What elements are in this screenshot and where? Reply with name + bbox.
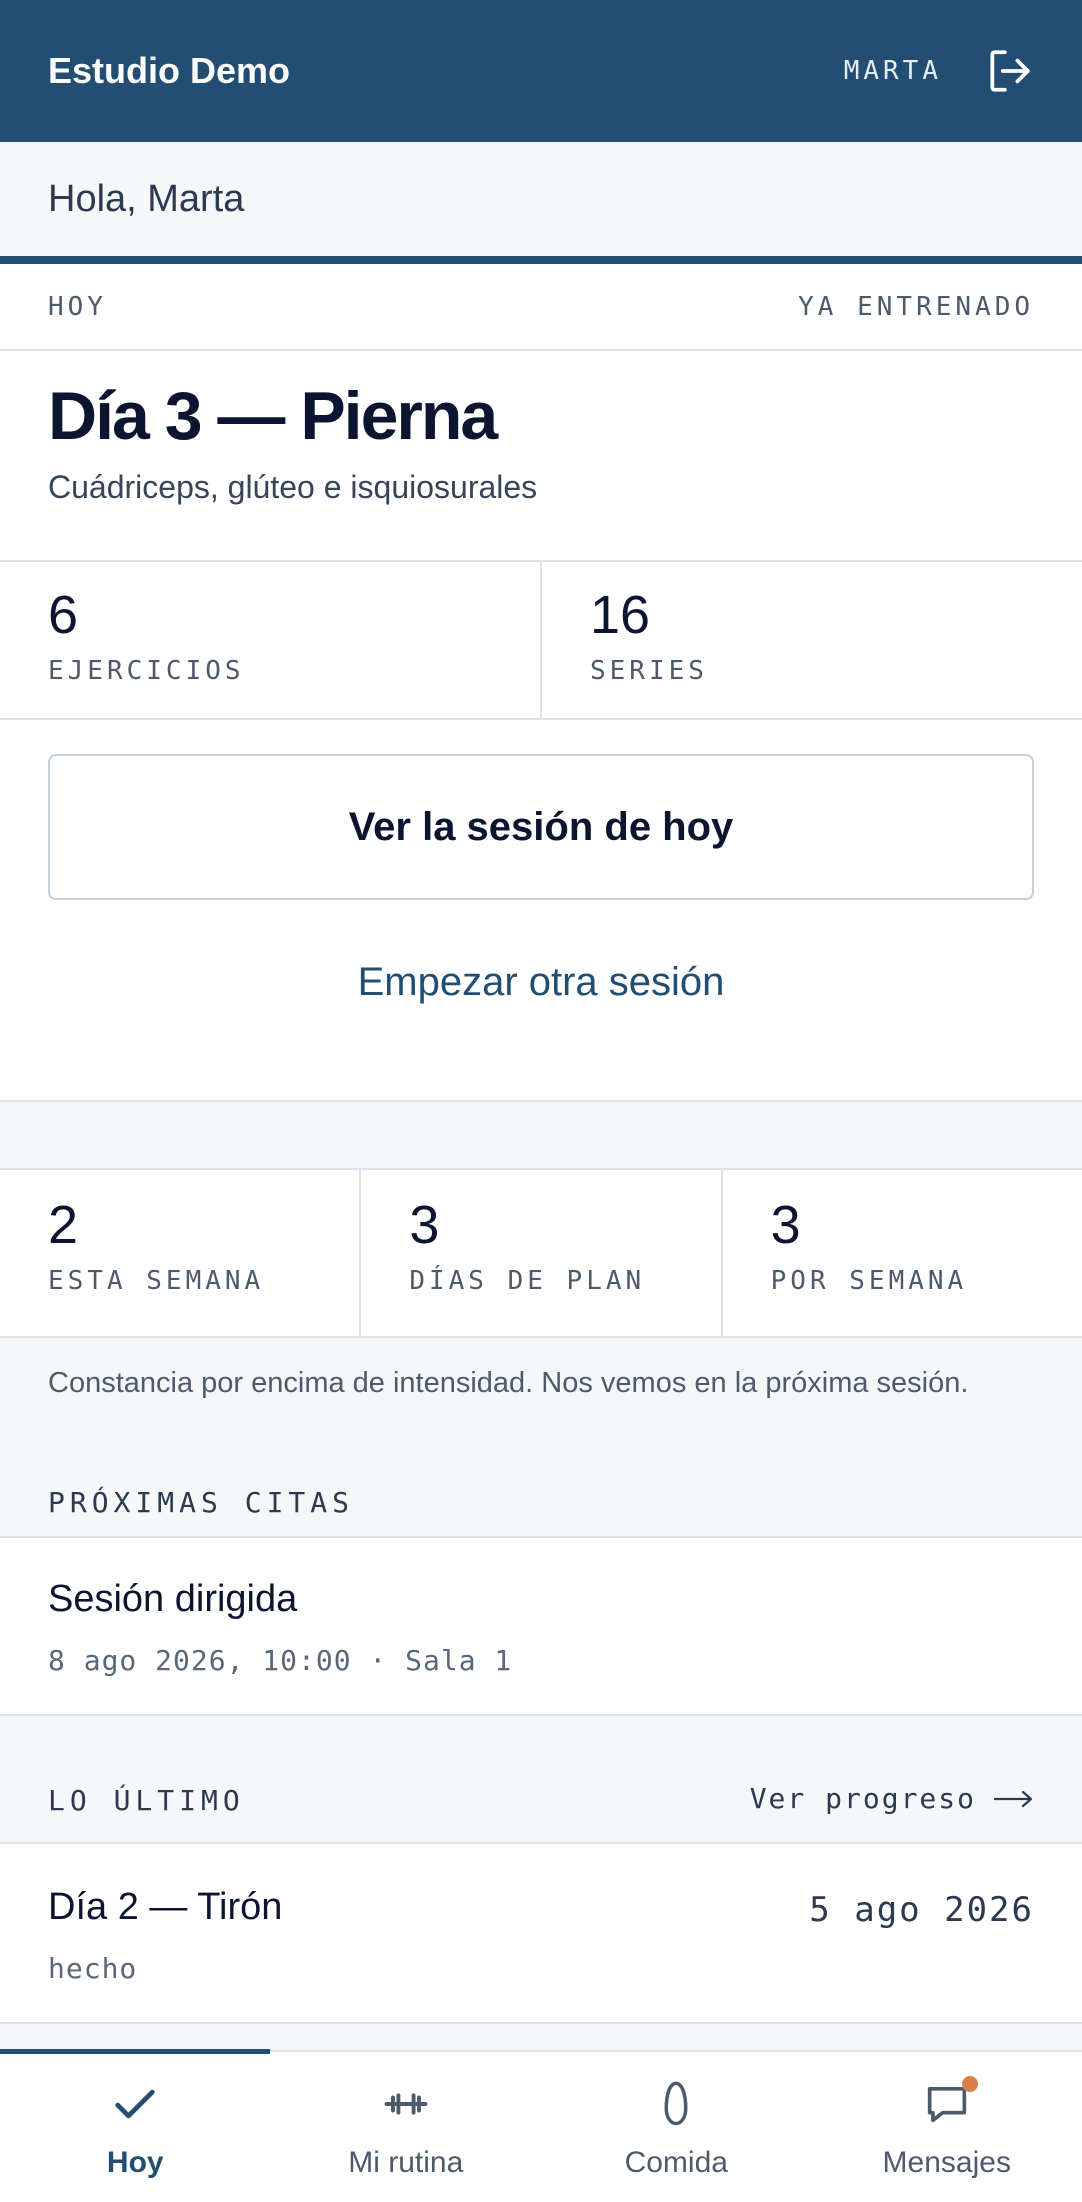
notification-dot xyxy=(962,2076,978,2092)
stat-value: 3 xyxy=(409,1195,440,1255)
brand-title: Estudio Demo xyxy=(48,50,291,91)
week-stats: 2 ESTA SEMANA 3 DÍAS DE PLAN 3 POR SEMAN… xyxy=(0,1168,1082,1338)
tab-label: Mensajes xyxy=(882,2146,1011,2179)
check-icon xyxy=(115,2089,155,2119)
today-label: HOY xyxy=(48,291,107,322)
stat-value: 16 xyxy=(590,585,651,645)
workout-title: Día 3 — Pierna xyxy=(48,378,498,454)
stat-series: 16 SERIES xyxy=(540,562,1082,718)
history-date: 5 ago 2026 xyxy=(809,1890,1034,1930)
tab-mi-rutina[interactable]: Mi rutina xyxy=(271,2052,542,2202)
history-status: hecho xyxy=(48,1952,138,1985)
tab-hoy[interactable]: Hoy xyxy=(0,2052,271,2202)
stat-label: DÍAS DE PLAN xyxy=(409,1266,646,1296)
stat-exercises: 6 EJERCICIOS xyxy=(0,562,540,718)
stat-plan-days: 3 DÍAS DE PLAN xyxy=(359,1170,720,1336)
stat-this-week: 2 ESTA SEMANA xyxy=(0,1170,359,1336)
stat-label: ESTA SEMANA xyxy=(48,1266,265,1296)
stat-value: 2 xyxy=(48,1195,79,1255)
stat-label: EJERCICIOS xyxy=(48,656,245,686)
stat-per-week: 3 POR SEMANA xyxy=(720,1170,1082,1336)
user-name[interactable]: MARTA xyxy=(844,56,942,86)
tab-mensajes[interactable]: Mensajes xyxy=(812,2052,1082,2202)
appointments-heading: PRÓXIMAS CITAS xyxy=(48,1486,355,1519)
app-header: Estudio Demo MARTA xyxy=(0,0,1082,142)
accent-divider xyxy=(0,256,1082,264)
stat-value: 6 xyxy=(48,585,79,645)
workout-subtitle: Cuádriceps, glúteo e isquiosurales xyxy=(48,469,538,505)
status-badge: YA ENTRENADO xyxy=(798,291,1034,322)
stat-label: POR SEMANA xyxy=(770,1266,968,1296)
bottom-tab-bar: Hoy Mi rutina Comida Mensajes xyxy=(0,2050,1082,2202)
tab-comida[interactable]: Comida xyxy=(541,2052,812,2202)
greeting: Hola, Marta xyxy=(0,142,1082,257)
arrow-right-icon xyxy=(994,1790,1033,1807)
list-item[interactable]: Sesión dirigida 8 ago 2026, 10:00 · Sala… xyxy=(0,1536,1082,1716)
motivation-text: Constancia por encima de intensidad. Nos… xyxy=(48,1367,969,1399)
today-card-header: HOY YA ENTRENADO xyxy=(0,264,1082,351)
tab-label: Hoy xyxy=(106,2146,164,2179)
latest-heading: LO ÚLTIMO xyxy=(48,1784,245,1817)
active-tab-indicator xyxy=(0,2049,270,2054)
list-item[interactable]: Día 2 — Tirón 5 ago 2026 hecho xyxy=(0,1842,1082,2024)
stat-value: 3 xyxy=(770,1195,801,1255)
stat-label: SERIES xyxy=(590,656,708,686)
workout-stats: 6 EJERCICIOS 16 SERIES xyxy=(0,560,1082,720)
tab-label: Mi rutina xyxy=(348,2146,464,2179)
logout-icon[interactable] xyxy=(984,46,1034,96)
view-today-session-button[interactable]: Ver la sesión de hoy xyxy=(48,754,1034,900)
see-progress-label: Ver progreso xyxy=(749,1782,976,1815)
dumbbell-icon xyxy=(384,2093,428,2115)
appointment-meta: 8 ago 2026, 10:00 · Sala 1 xyxy=(48,1644,513,1677)
today-card: HOY YA ENTRENADO Día 3 — Pierna Cuádrice… xyxy=(0,264,1082,1102)
tab-label: Comida xyxy=(624,2146,728,2179)
see-progress-link[interactable]: Ver progreso xyxy=(750,1782,1034,1815)
egg-icon xyxy=(664,2081,688,2126)
start-other-session-button[interactable]: Empezar otra sesión xyxy=(0,926,1082,1038)
appointment-title: Sesión dirigida xyxy=(48,1578,298,1620)
divider xyxy=(0,1100,1082,1102)
history-title: Día 2 — Tirón xyxy=(48,1886,283,1928)
